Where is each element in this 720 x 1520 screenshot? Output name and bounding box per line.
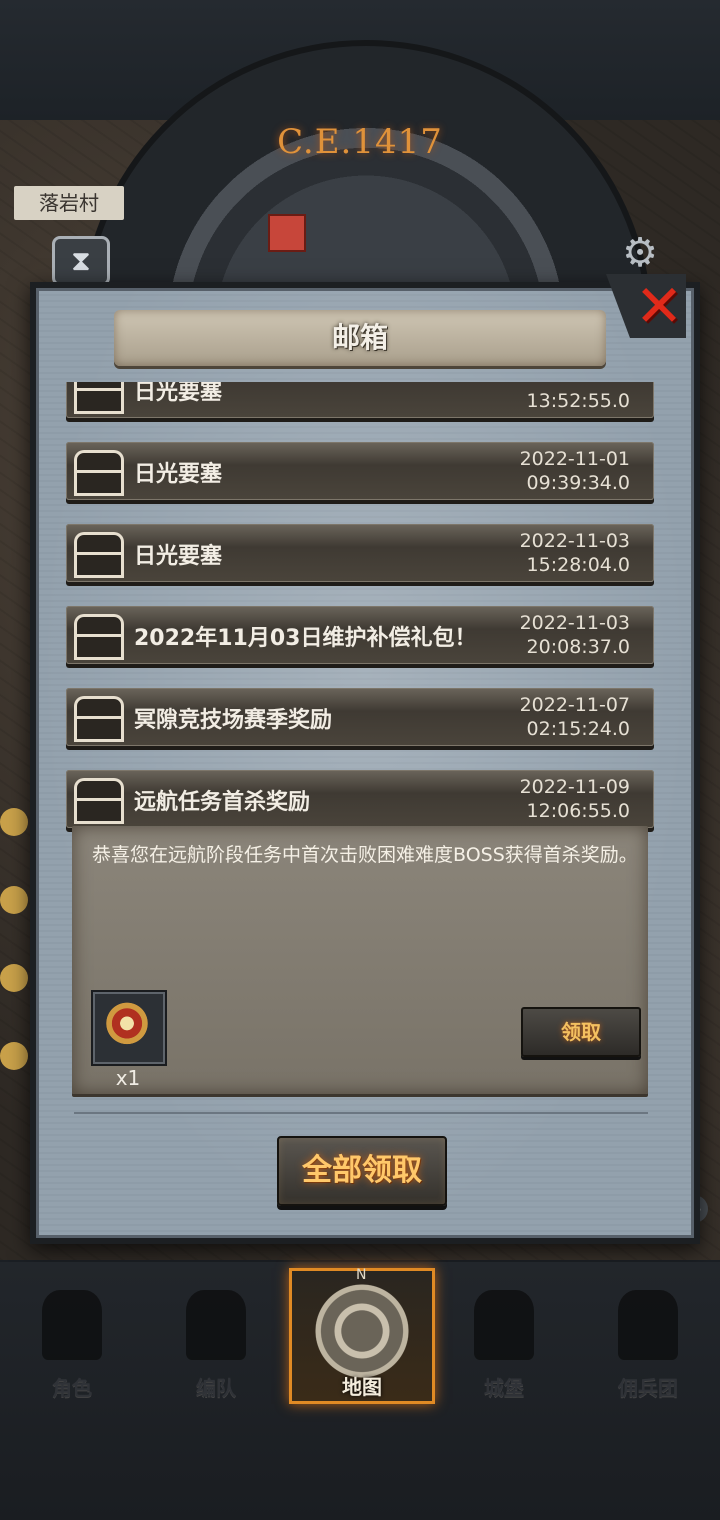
mail-title: 日光要塞 — [134, 382, 223, 405]
mail-time: 13:52:55.0 — [526, 390, 630, 412]
chest-icon — [74, 614, 124, 660]
claim-all-button[interactable]: 全部领取 — [277, 1136, 447, 1206]
knight-icon — [42, 1290, 102, 1360]
mercenary-icon — [618, 1290, 678, 1360]
mail-date: 2022-11-01 — [519, 448, 630, 470]
mail-title: 冥隙竞技场赛季奖励 — [134, 708, 333, 733]
nav-item-mercenary[interactable]: 佣兵团 — [576, 1272, 720, 1400]
year-label: C.E.1417 — [277, 122, 443, 162]
mail-title: 2022年11月03日维护补偿礼包！ — [134, 626, 477, 651]
chest-icon — [74, 696, 124, 742]
compass-icon — [314, 1283, 410, 1379]
mail-item[interactable]: 冥隙竞技场赛季奖励 2022-11-07 02:15:24.0 — [66, 688, 654, 746]
mail-date: 2022-11-07 — [519, 694, 630, 716]
formation-icon — [186, 1290, 246, 1360]
side-icon-4[interactable] — [0, 1042, 28, 1070]
nav-label: 地图 — [342, 1375, 382, 1399]
mail-item[interactable]: 日光要塞 13:52:55.0 — [66, 382, 654, 418]
side-icon-2[interactable] — [0, 886, 28, 914]
divider — [74, 1112, 648, 1114]
mail-item[interactable]: 日光要塞 2022-11-03 15:28:04.0 — [66, 524, 654, 582]
side-icon-1[interactable] — [0, 808, 28, 836]
emblem-icon — [103, 1000, 151, 1052]
mail-list[interactable]: 日光要塞 13:52:55.0 日光要塞 2022-11-01 09:39:34… — [60, 382, 660, 832]
mail-title: 日光要塞 — [134, 462, 223, 487]
mail-time: 15:28:04.0 — [526, 554, 630, 576]
nav-label: 编队 — [196, 1376, 236, 1400]
nav-item-map[interactable]: N 地图 — [289, 1267, 435, 1404]
chest-icon — [74, 382, 124, 414]
mail-date: 2022-11-09 — [519, 776, 630, 798]
reward-count: x1 — [115, 1066, 141, 1090]
mail-item-selected[interactable]: 远航任务首杀奖励 2022-11-09 12:06:55.0 — [66, 770, 654, 828]
mail-time: 02:15:24.0 — [526, 718, 630, 740]
nav-item-castle[interactable]: 城堡 — [432, 1272, 576, 1400]
claim-button[interactable]: 领取 — [521, 1007, 641, 1057]
mail-date: 2022-11-03 — [519, 612, 630, 634]
chest-icon — [74, 450, 124, 496]
village-label[interactable]: 落岩村 — [14, 186, 124, 220]
close-x-icon[interactable]: ✕ — [634, 276, 684, 336]
dialog-title: 邮箱 — [114, 310, 606, 366]
chest-open-icon — [74, 778, 124, 824]
mail-title: 日光要塞 — [134, 544, 223, 569]
mail-title: 远航任务首杀奖励 — [134, 790, 311, 815]
chest-icon — [74, 532, 124, 578]
nav-item-formation[interactable]: 编队 — [144, 1272, 288, 1400]
side-icon-3[interactable] — [0, 964, 28, 992]
mail-body-text: 恭喜您在远航阶段任务中首次击败困难难度BOSS获得首杀奖励。 — [92, 844, 638, 866]
hourglass-icon[interactable]: ⧗ — [52, 236, 110, 286]
nav-label: 城堡 — [484, 1376, 524, 1400]
mail-time: 12:06:55.0 — [526, 800, 630, 822]
side-quick-icons — [0, 800, 30, 1220]
nav-item-character[interactable]: 角色 — [0, 1272, 144, 1400]
mail-time: 09:39:34.0 — [526, 472, 630, 494]
map-marker-icon[interactable] — [268, 214, 306, 252]
mail-date: 2022-11-03 — [519, 530, 630, 552]
mail-time: 20:08:37.0 — [526, 636, 630, 658]
north-marker: N — [356, 1267, 367, 1283]
nav-label: 角色 — [52, 1376, 92, 1400]
castle-icon — [474, 1290, 534, 1360]
mail-item[interactable]: 日光要塞 2022-11-01 09:39:34.0 — [66, 442, 654, 500]
nav-label: 佣兵团 — [618, 1376, 678, 1400]
mail-item[interactable]: 2022年11月03日维护补偿礼包！ 2022-11-03 20:08:37.0 — [66, 606, 654, 664]
